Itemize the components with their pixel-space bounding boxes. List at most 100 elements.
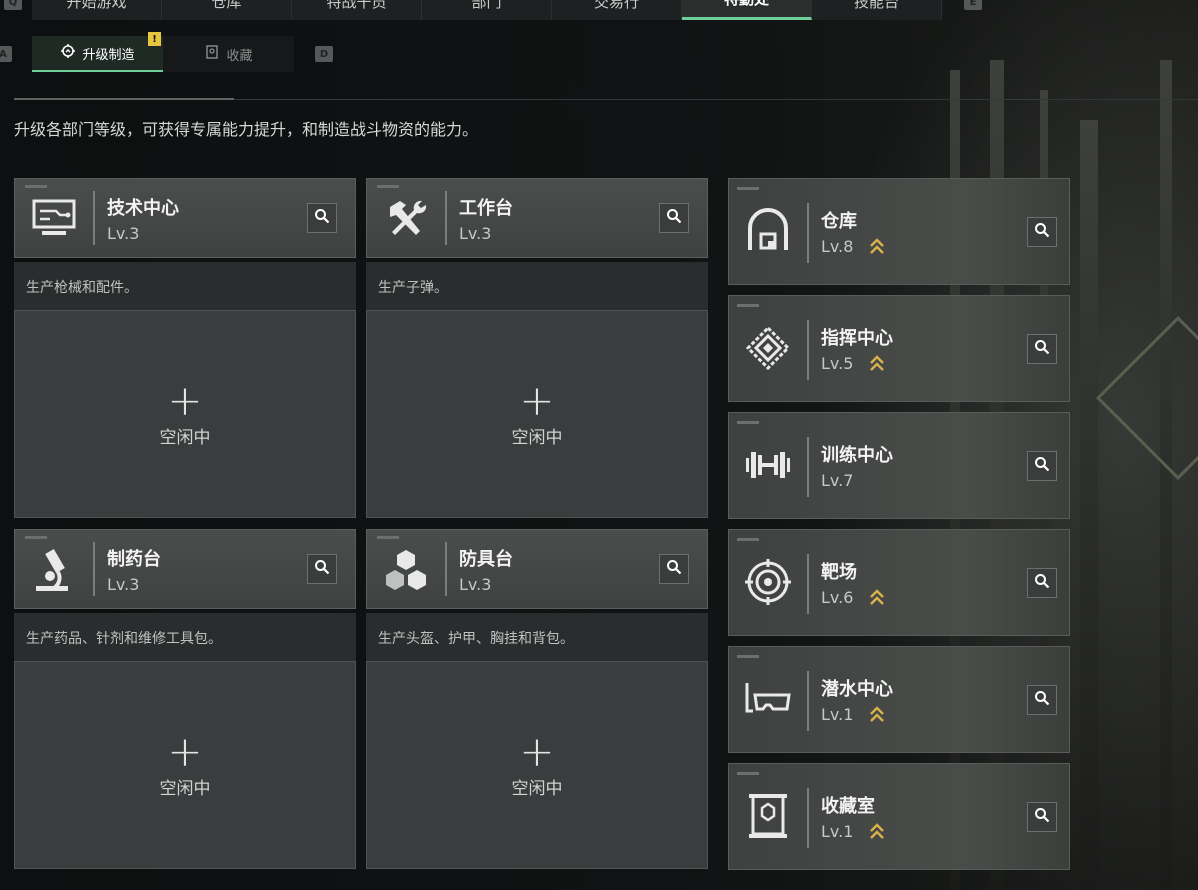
slot-status: 空闲中 bbox=[511, 778, 563, 799]
inspect-button[interactable] bbox=[1027, 217, 1057, 247]
top-navigation: 开始游戏 仓库 特战干员 部门 交易行 特勤处 技能台 bbox=[32, 0, 942, 22]
subtab-collection[interactable]: 收藏 bbox=[163, 36, 294, 72]
add-icon: + bbox=[167, 375, 203, 425]
facility-card-diving-center[interactable]: 潜水中心 Lv.1 bbox=[728, 646, 1070, 753]
card-tag bbox=[737, 421, 759, 424]
workbench-card-armor: 防具台 Lv.3 生产头盔、护甲、胸挂和背包。 + 空闲中 bbox=[366, 529, 708, 869]
facility-name: 靶场 bbox=[821, 562, 857, 583]
inspect-button[interactable] bbox=[307, 554, 337, 584]
subtab-label: 升级制造 bbox=[82, 47, 135, 63]
header-separator bbox=[807, 788, 809, 848]
header-separator bbox=[807, 320, 809, 380]
facility-level: Lv.5 bbox=[821, 354, 854, 373]
workbench-header[interactable]: 技术中心 Lv.3 bbox=[14, 178, 356, 258]
collection-icon bbox=[204, 44, 220, 64]
card-tag bbox=[377, 185, 399, 188]
facility-level: Lv.7 bbox=[821, 471, 854, 490]
collection-room-icon bbox=[741, 788, 795, 844]
workbench-level: Lv.3 bbox=[107, 224, 140, 243]
workbench-name: 制药台 bbox=[107, 549, 161, 570]
slot-status: 空闲中 bbox=[159, 778, 211, 799]
upgrade-gear-icon bbox=[60, 43, 76, 63]
facility-name: 收藏室 bbox=[821, 796, 875, 817]
header-separator bbox=[807, 203, 809, 263]
workbench-name: 工作台 bbox=[459, 198, 513, 219]
dumbbell-icon bbox=[741, 437, 795, 493]
facility-name: 潜水中心 bbox=[821, 679, 893, 700]
facility-card-training-center[interactable]: 训练中心 Lv.7 bbox=[728, 412, 1070, 519]
production-slot[interactable]: + 空闲中 bbox=[14, 661, 356, 869]
workbench-header[interactable]: 工作台 Lv.3 bbox=[366, 178, 708, 258]
tab-label: 技能台 bbox=[853, 0, 899, 11]
add-icon: + bbox=[167, 726, 203, 776]
tab-label: 部门 bbox=[471, 0, 502, 11]
armor-cubes-icon bbox=[377, 544, 435, 596]
inspect-button[interactable] bbox=[1027, 334, 1057, 364]
workbench-description: 生产头盔、护甲、胸挂和背包。 bbox=[366, 613, 708, 661]
warehouse-icon bbox=[741, 203, 795, 259]
tab-operators[interactable]: 特战干员 bbox=[292, 0, 422, 20]
facility-name: 仓库 bbox=[821, 211, 857, 232]
production-slot[interactable]: + 空闲中 bbox=[14, 310, 356, 518]
workbench-description: 生产子弹。 bbox=[366, 262, 708, 310]
card-tag bbox=[737, 655, 759, 658]
production-slot[interactable]: + 空闲中 bbox=[366, 661, 708, 869]
production-slot[interactable]: + 空闲中 bbox=[366, 310, 708, 518]
workbench-card-pharmacy: 制药台 Lv.3 生产药品、针剂和维修工具包。 + 空闲中 bbox=[14, 529, 356, 869]
upgrade-arrow-icon bbox=[869, 237, 885, 257]
upgrade-arrow-icon bbox=[869, 822, 885, 842]
workbench-name: 技术中心 bbox=[107, 198, 179, 219]
search-icon bbox=[314, 208, 330, 228]
tab-special-services[interactable]: 特勤处 bbox=[682, 0, 812, 20]
facility-level: Lv.1 bbox=[821, 822, 854, 841]
workbench-description: 生产枪械和配件。 bbox=[14, 262, 356, 310]
inspect-button[interactable] bbox=[1027, 685, 1057, 715]
tab-trading[interactable]: 交易行 bbox=[552, 0, 682, 20]
tab-skill-station[interactable]: 技能台 bbox=[812, 0, 942, 20]
card-tag bbox=[377, 536, 399, 539]
tab-label: 交易行 bbox=[593, 0, 639, 11]
search-icon bbox=[1034, 222, 1050, 242]
inspect-button[interactable] bbox=[659, 203, 689, 233]
search-icon bbox=[1034, 456, 1050, 476]
upgrade-arrow-icon bbox=[869, 354, 885, 374]
facility-card-shooting-range[interactable]: 靶场 Lv.6 bbox=[728, 529, 1070, 636]
tab-departments[interactable]: 部门 bbox=[422, 0, 552, 20]
tab-warehouse[interactable]: 仓库 bbox=[162, 0, 292, 20]
workbench-header[interactable]: 防具台 Lv.3 bbox=[366, 529, 708, 609]
facility-card-command-center[interactable]: 指挥中心 Lv.5 bbox=[728, 295, 1070, 402]
section-divider-accent bbox=[14, 98, 234, 100]
facility-name: 训练中心 bbox=[821, 445, 893, 466]
inspect-button[interactable] bbox=[1027, 802, 1057, 832]
header-separator bbox=[93, 191, 95, 245]
microscope-icon bbox=[25, 544, 83, 596]
inspect-button[interactable] bbox=[659, 554, 689, 584]
upgrade-arrow-icon bbox=[869, 705, 885, 725]
header-separator bbox=[807, 437, 809, 497]
card-tag bbox=[25, 185, 47, 188]
tab-start-game[interactable]: 开始游戏 bbox=[32, 0, 162, 20]
tech-center-icon bbox=[25, 193, 83, 245]
workbench-level: Lv.3 bbox=[107, 575, 140, 594]
search-icon bbox=[1034, 573, 1050, 593]
facility-card-warehouse[interactable]: 仓库 Lv.8 bbox=[728, 178, 1070, 285]
upgrade-arrow-icon bbox=[869, 588, 885, 608]
inspect-button[interactable] bbox=[1027, 451, 1057, 481]
facility-level: Lv.8 bbox=[821, 237, 854, 256]
workbench-name: 防具台 bbox=[459, 549, 513, 570]
command-center-icon bbox=[741, 320, 795, 376]
inspect-button[interactable] bbox=[1027, 568, 1057, 598]
facility-level: Lv.1 bbox=[821, 705, 854, 724]
search-icon bbox=[1034, 807, 1050, 827]
inspect-button[interactable] bbox=[307, 203, 337, 233]
header-separator bbox=[93, 542, 95, 596]
workbench-header[interactable]: 制药台 Lv.3 bbox=[14, 529, 356, 609]
facility-card-collection-room[interactable]: 收藏室 Lv.1 bbox=[728, 763, 1070, 870]
workbench-description: 生产药品、针剂和维修工具包。 bbox=[14, 613, 356, 661]
subtab-upgrade-craft[interactable]: 升级制造 ! bbox=[32, 32, 163, 72]
workbench-card-tech-center: 技术中心 Lv.3 生产枪械和配件。 + 空闲中 bbox=[14, 178, 356, 518]
subtab-prev-key-hint: A bbox=[0, 46, 12, 62]
card-tag bbox=[737, 772, 759, 775]
card-tag bbox=[737, 187, 759, 190]
card-tag bbox=[25, 536, 47, 539]
